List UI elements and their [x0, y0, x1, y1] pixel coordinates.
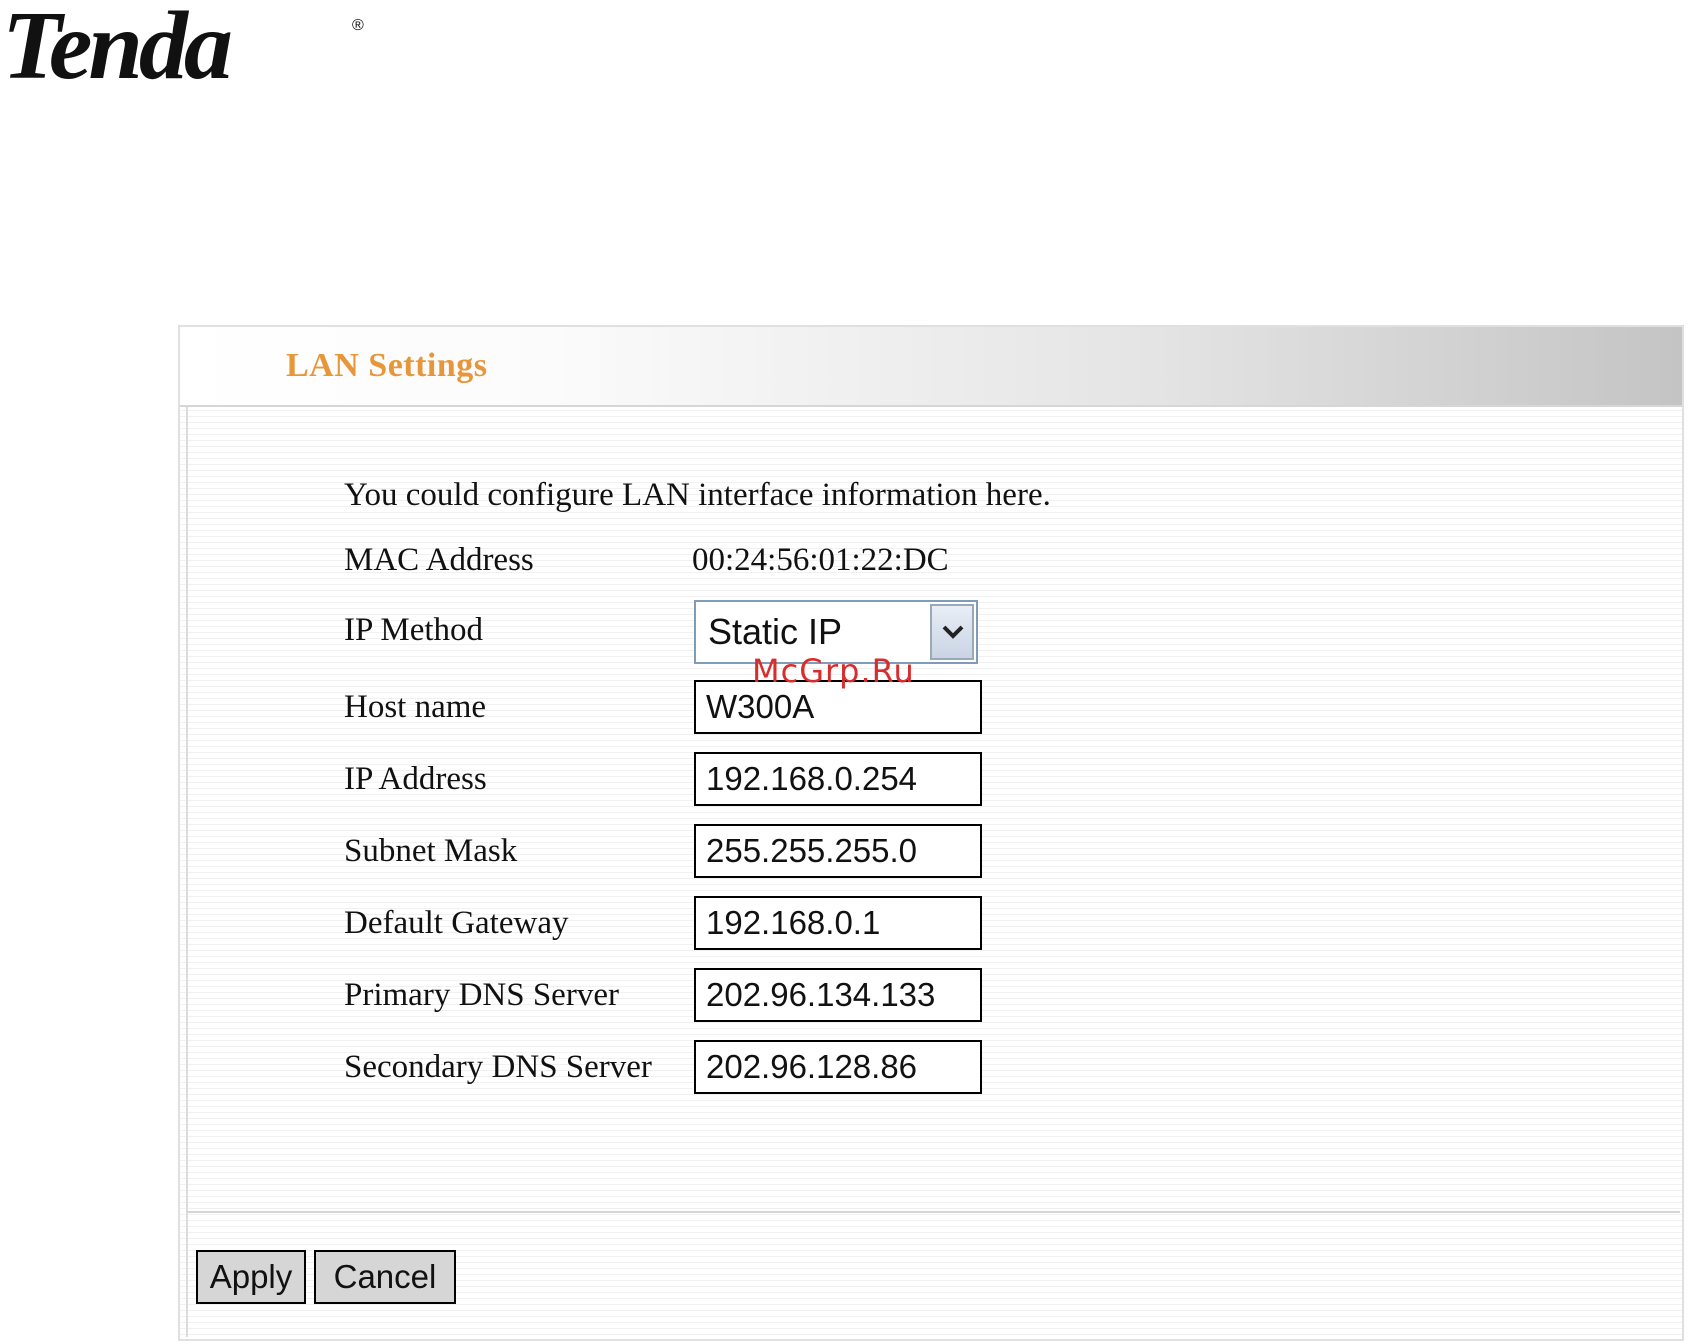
svg-text:®: ® [352, 17, 364, 34]
mac-address-label: MAC Address [344, 542, 534, 578]
subnet-mask-input[interactable] [694, 824, 982, 878]
panel-divider [186, 407, 188, 1337]
mac-address-value: 00:24:56:01:22:DC [692, 542, 949, 578]
chevron-down-icon [942, 625, 964, 639]
ip-address-label: IP Address [344, 761, 487, 797]
default-gateway-label: Default Gateway [344, 905, 569, 941]
panel-title: LAN Settings [286, 347, 488, 384]
ip-method-label: IP Method [344, 612, 484, 648]
secondary-dns-input[interactable] [694, 1040, 982, 1094]
subnet-mask-label: Subnet Mask [344, 833, 518, 869]
cancel-button[interactable]: Cancel [314, 1250, 456, 1304]
default-gateway-input[interactable] [694, 896, 982, 950]
svg-text:Tenda: Tenda [2, 0, 231, 90]
primary-dns-input[interactable] [694, 968, 982, 1022]
host-name-label: Host name [344, 689, 487, 725]
ip-address-input[interactable] [694, 752, 982, 806]
footer-divider [186, 1211, 1680, 1213]
tenda-logo: Tenda ® [0, 0, 380, 100]
lan-settings-panel: LAN Settings You could configure LAN int… [178, 325, 1684, 1341]
apply-button[interactable]: Apply [196, 1250, 306, 1304]
watermark: McGrp.Ru [752, 652, 915, 690]
dropdown-button[interactable] [930, 604, 974, 660]
panel-header: LAN Settings [180, 327, 1682, 407]
intro-text: You could configure LAN interface inform… [344, 477, 1051, 513]
primary-dns-label: Primary DNS Server [344, 977, 619, 1013]
secondary-dns-label: Secondary DNS Server [344, 1049, 652, 1085]
ip-method-selected-value: Static IP [708, 611, 843, 652]
